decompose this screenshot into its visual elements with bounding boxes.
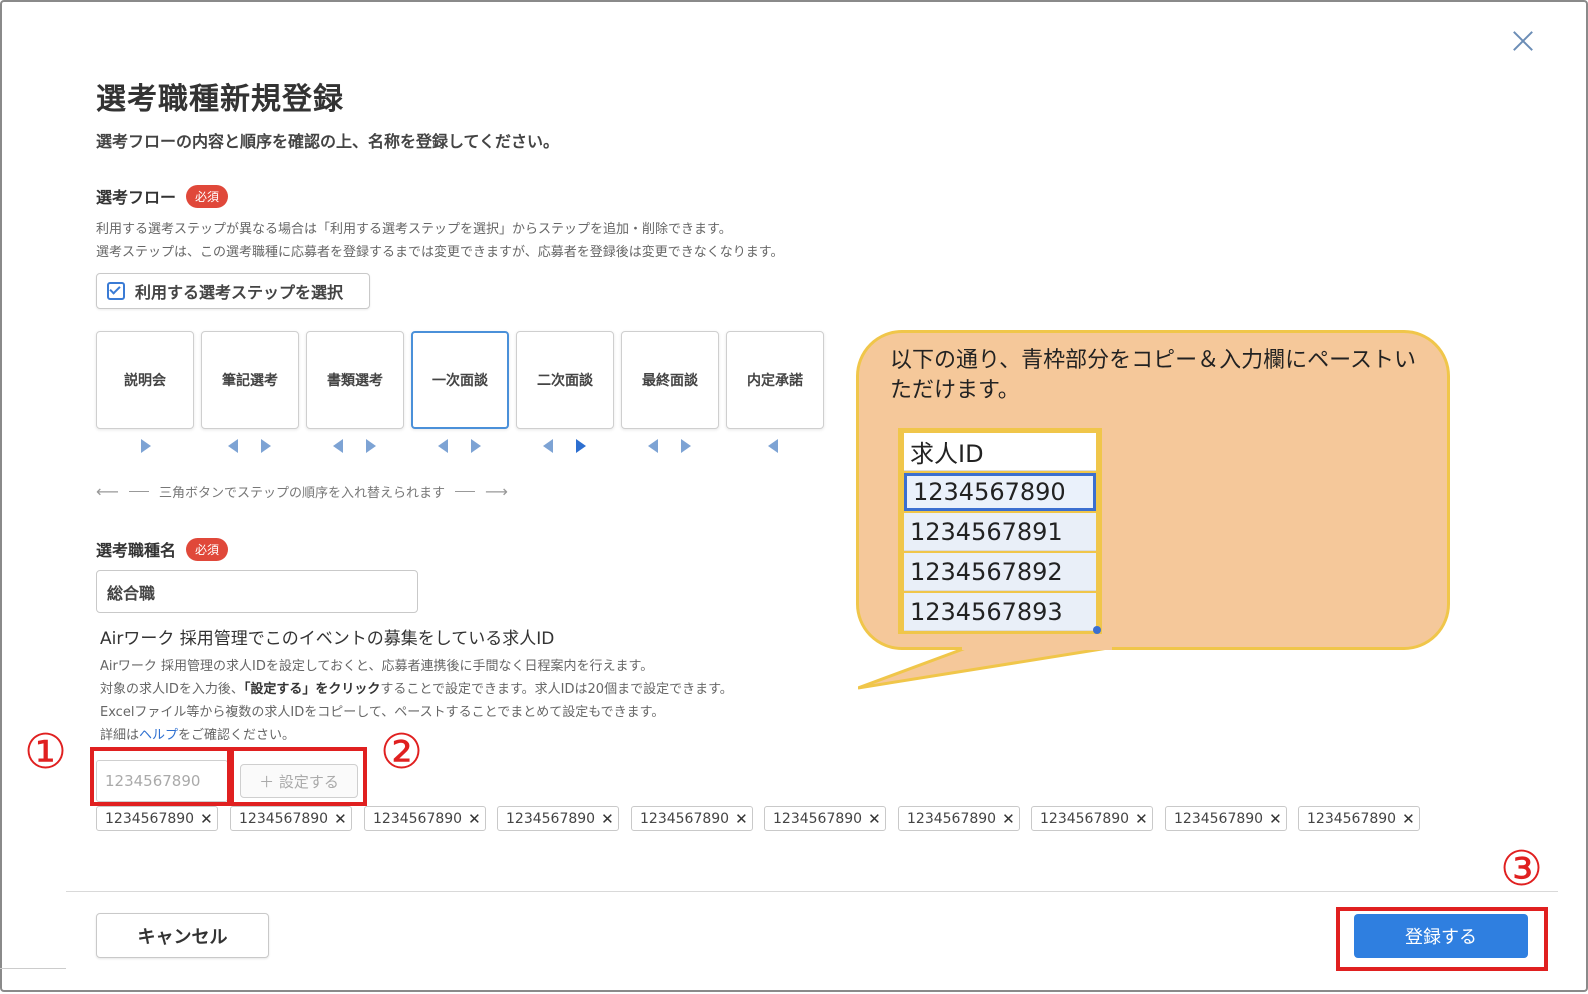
sheet-cell: 1234567890 — [904, 473, 1096, 511]
flow-note-line: 利用する選考ステップが異なる場合は「利用する選考ステップを選択」からステップを追… — [96, 222, 732, 237]
remove-chip-icon[interactable]: ✕ — [601, 810, 614, 828]
move-right-icon[interactable] — [576, 439, 586, 453]
job-id-chip: 1234567890 ✕ — [1298, 806, 1420, 831]
step-label: 筆記選考 — [222, 373, 278, 389]
arrow-right-icon: ⟶ — [484, 482, 508, 501]
annotation-box-3 — [1336, 907, 1548, 971]
remove-chip-icon[interactable]: ✕ — [1402, 810, 1415, 828]
footer-divider — [66, 891, 1558, 892]
close-icon[interactable] — [1510, 28, 1536, 54]
remove-chip-icon[interactable]: ✕ — [1135, 810, 1148, 828]
step-label: 一次面談 — [432, 373, 488, 389]
arrow-left-icon: ⟵ — [96, 482, 119, 501]
help-link[interactable]: ヘルプ — [139, 728, 178, 743]
annotation-marker-2: ② — [380, 724, 424, 780]
airwork-title: Airワーク 採用管理でこのイベントの募集をしている求人ID — [100, 629, 555, 649]
callout-tail-cover — [962, 640, 1112, 650]
job-id-chip: 1234567890 ✕ — [96, 806, 218, 831]
step-card[interactable]: 内定承諾 — [726, 331, 824, 429]
job-name-label: 選考職種名 — [96, 541, 177, 560]
move-right-icon[interactable] — [261, 439, 271, 453]
job-id-chip: 1234567890 ✕ — [497, 806, 619, 831]
remove-chip-icon[interactable]: ✕ — [868, 810, 881, 828]
step-label: 書類選考 — [327, 373, 383, 389]
annotation-marker-1: ① — [24, 724, 68, 780]
move-left-icon[interactable] — [768, 439, 778, 453]
reorder-hint: ⟵ 三角ボタンでステップの順序を入れ替えられます ⟶ — [96, 482, 508, 501]
move-left-icon[interactable] — [438, 439, 448, 453]
step-card[interactable]: 最終面談 — [621, 331, 719, 429]
flow-section-label: 選考フロー 必須 — [96, 184, 229, 208]
step-label: 二次面談 — [537, 373, 593, 389]
job-id-chip: 1234567890 ✕ — [1031, 806, 1153, 831]
remove-chip-icon[interactable]: ✕ — [200, 810, 213, 828]
checkbox-icon — [107, 282, 125, 300]
move-left-icon[interactable] — [648, 439, 658, 453]
job-id-chip: 1234567890 ✕ — [230, 806, 352, 831]
job-name-input[interactable]: 総合職 — [96, 570, 418, 613]
step-label: 内定承諾 — [747, 373, 803, 389]
sheet-cell: 1234567892 — [904, 553, 1096, 591]
move-left-icon[interactable] — [543, 439, 553, 453]
callout-text: 以下の通り、青枠部分をコピー＆入力欄にペーストいただけます。 — [890, 348, 1417, 403]
step-card[interactable]: 二次面談 — [516, 331, 614, 429]
step-card[interactable]: 書類選考 — [306, 331, 404, 429]
remove-chip-icon[interactable]: ✕ — [468, 810, 481, 828]
move-right-icon[interactable] — [366, 439, 376, 453]
move-left-icon[interactable] — [333, 439, 343, 453]
job-id-chip: 1234567890 ✕ — [764, 806, 886, 831]
select-steps-button[interactable]: 利用する選考ステップを選択 — [96, 273, 370, 309]
flow-note-line: 選考ステップは、この選考職種に応募者を登録するまでは変更できますが、応募者を登録… — [96, 245, 784, 260]
job-id-chip: 1234567890 ✕ — [364, 806, 486, 831]
required-badge: 必須 — [186, 185, 229, 208]
move-left-icon[interactable] — [228, 439, 238, 453]
flow-label: 選考フロー — [96, 188, 177, 207]
annotation-marker-3: ③ — [1500, 841, 1544, 897]
sheet-cell: 1234567893 — [904, 593, 1096, 631]
job-id-chip: 1234567890 ✕ — [898, 806, 1020, 831]
page-title: 選考職種新規登録 — [96, 82, 344, 117]
sheet-cell: 1234567891 — [904, 513, 1096, 551]
spreadsheet-sample: 求人ID 1234567890 1234567891 1234567892 12… — [898, 428, 1102, 634]
remove-chip-icon[interactable]: ✕ — [334, 810, 347, 828]
move-right-icon[interactable] — [681, 439, 691, 453]
step-label: 最終面談 — [642, 373, 698, 389]
fill-handle-icon — [1093, 626, 1101, 634]
job-id-chip: 1234567890 ✕ — [1165, 806, 1287, 831]
sheet-header-cell: 求人ID — [904, 433, 1096, 471]
job-name-section-label: 選考職種名 必須 — [96, 537, 229, 561]
job-id-chip: 1234567890 ✕ — [631, 806, 753, 831]
step-card[interactable]: 筆記選考 — [201, 331, 299, 429]
move-right-icon[interactable] — [141, 439, 151, 453]
divider — [0, 968, 66, 969]
annotation-box-1 — [90, 747, 231, 806]
remove-chip-icon[interactable]: ✕ — [1002, 810, 1015, 828]
step-card-active[interactable]: 一次面談 — [411, 331, 509, 429]
airwork-note-line: 対象の求人IDを入力後、「設定する」をクリックすることで設定できます。求人IDは… — [100, 682, 733, 697]
move-right-icon[interactable] — [471, 439, 481, 453]
cancel-button[interactable]: キャンセル — [96, 913, 269, 958]
airwork-note-line: Airワーク 採用管理の求人IDを設定しておくと、応募者連携後に手間なく日程案内… — [100, 659, 654, 674]
flow-note: 利用する選考ステップが異なる場合は「利用する選考ステップを選択」からステップを追… — [96, 218, 783, 264]
remove-chip-icon[interactable]: ✕ — [735, 810, 748, 828]
required-badge: 必須 — [186, 538, 229, 561]
step-label: 説明会 — [124, 373, 166, 389]
page-subtitle: 選考フローの内容と順序を確認の上、名称を登録してください。 — [96, 132, 560, 151]
airwork-note-line: Excelファイル等から複数の求人IDをコピーして、ペーストすることでまとめて設… — [100, 705, 665, 720]
step-card[interactable]: 説明会 — [96, 331, 194, 429]
annotation-box-2 — [230, 747, 367, 806]
select-steps-label: 利用する選考ステップを選択 — [135, 283, 344, 302]
remove-chip-icon[interactable]: ✕ — [1269, 810, 1282, 828]
reorder-hint-text: 三角ボタンでステップの順序を入れ替えられます — [158, 486, 445, 501]
